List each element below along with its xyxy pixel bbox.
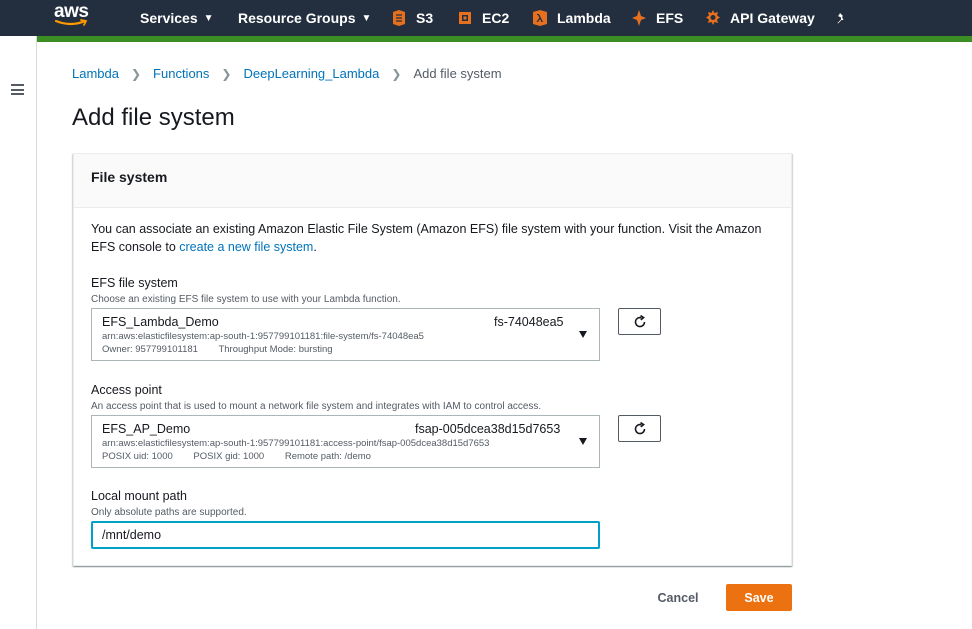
efs-file-system-select[interactable]: EFS_Lambda_Demo fs-74048ea5 arn:aws:elas… [91, 308, 600, 361]
efs-field-label: EFS file system [91, 276, 178, 290]
mount-path-field-label: Local mount path [91, 489, 187, 503]
chevron-right-icon: ❯ [221, 66, 232, 81]
cancel-button[interactable]: Cancel [648, 584, 708, 611]
api-gateway-icon [706, 10, 720, 25]
efs-field-description: Choose an existing EFS file system to us… [91, 294, 401, 305]
efs-selected-arn: arn:aws:elasticfilesystem:ap-south-1:957… [102, 331, 424, 342]
access-point-field-label: Access point [91, 383, 162, 397]
breadcrumb-link-functions[interactable]: Functions [153, 66, 209, 81]
access-point-select[interactable]: EFS_AP_Demo fsap-005dcea38d15d7653 arn:a… [91, 415, 600, 468]
caret-down-icon [579, 438, 587, 445]
access-point-posix-gid: POSIX gid: 1000 [193, 451, 265, 462]
efs-selected-meta: Owner: 957799101181 Throughput Mode: bur… [102, 344, 351, 355]
hamburger-menu-icon[interactable] [11, 84, 24, 95]
save-button[interactable]: Save [726, 584, 792, 611]
access-point-selected-name: EFS_AP_Demo [102, 422, 191, 436]
caret-down-icon [579, 331, 587, 338]
chevron-down-icon: ▼ [203, 12, 214, 24]
breadcrumb: Lambda ❯ Functions ❯ DeepLearning_Lambda… [72, 66, 502, 81]
shortcut-label: S3 [416, 10, 434, 26]
shortcut-api-gateway[interactable]: API Gateway [705, 0, 815, 36]
shortcut-lambda[interactable]: Lambda [532, 0, 611, 36]
efs-refresh-button[interactable] [618, 308, 661, 335]
efs-selected-name: EFS_Lambda_Demo [102, 315, 219, 329]
access-point-refresh-button[interactable] [618, 415, 661, 442]
efs-selected-id: fs-74048ea5 [494, 315, 564, 329]
chevron-down-icon: ▼ [361, 12, 372, 24]
shortcut-label: EC2 [482, 10, 510, 26]
pin-button[interactable] [834, 0, 846, 36]
lambda-icon [533, 10, 547, 26]
access-point-selected-arn: arn:aws:elasticfilesystem:ap-south-1:957… [102, 438, 490, 449]
efs-owner: Owner: 957799101181 [102, 344, 198, 355]
ec2-icon [459, 12, 471, 24]
local-mount-path-input[interactable] [91, 521, 600, 549]
side-navigation-rail [0, 36, 37, 629]
refresh-icon [634, 421, 645, 434]
access-point-selected-id: fsap-005dcea38d15d7653 [415, 422, 561, 436]
pushpin-icon [837, 13, 844, 24]
shortcut-ec2[interactable]: EC2 [457, 0, 509, 36]
panel-header: File system [74, 154, 791, 208]
resource-groups-menu[interactable]: Resource Groups ▼ [238, 0, 371, 36]
shortcut-s3[interactable]: S3 [391, 0, 433, 36]
shortcut-label: Lambda [557, 10, 611, 26]
page-title: Add file system [72, 104, 235, 131]
access-point-field-description: An access point that is used to mount a … [91, 401, 542, 412]
intro-text: You can associate an existing Amazon Ela… [91, 220, 781, 256]
resource-groups-label: Resource Groups [238, 10, 356, 26]
access-point-posix-uid: POSIX uid: 1000 [102, 451, 173, 462]
aws-smile-icon [55, 19, 88, 26]
aws-logo[interactable]: aws [54, 2, 94, 33]
file-system-panel: File system You can associate an existin… [73, 153, 792, 566]
mount-path-field-description: Only absolute paths are supported. [91, 507, 247, 518]
s3-icon [393, 10, 405, 26]
shortcut-efs[interactable]: EFS [631, 0, 683, 36]
access-point-selected-meta: POSIX uid: 1000 POSIX gid: 1000 Remote p… [102, 451, 389, 462]
shortcut-label: API Gateway [730, 10, 815, 26]
services-label: Services [140, 10, 198, 26]
shortcut-label: EFS [656, 10, 684, 26]
efs-icon [632, 10, 646, 26]
services-menu[interactable]: Services ▼ [140, 0, 214, 36]
breadcrumb-current: Add file system [413, 66, 502, 81]
accent-bar [36, 36, 972, 42]
chevron-right-icon: ❯ [130, 66, 142, 81]
efs-throughput: Throughput Mode: bursting [218, 344, 333, 355]
intro-text-end: . [313, 240, 317, 254]
breadcrumb-link-lambda[interactable]: Lambda [72, 66, 119, 81]
chevron-right-icon: ❯ [391, 66, 402, 81]
breadcrumb-link-function[interactable]: DeepLearning_Lambda [243, 66, 379, 81]
create-file-system-link[interactable]: create a new file system [179, 240, 313, 254]
panel-title: File system [91, 169, 168, 185]
refresh-icon [634, 314, 645, 327]
top-navigation-bar: aws Services ▼ Resource Groups ▼ S3 EC2 [0, 0, 972, 36]
access-point-remote-path: Remote path: /demo [284, 451, 371, 462]
